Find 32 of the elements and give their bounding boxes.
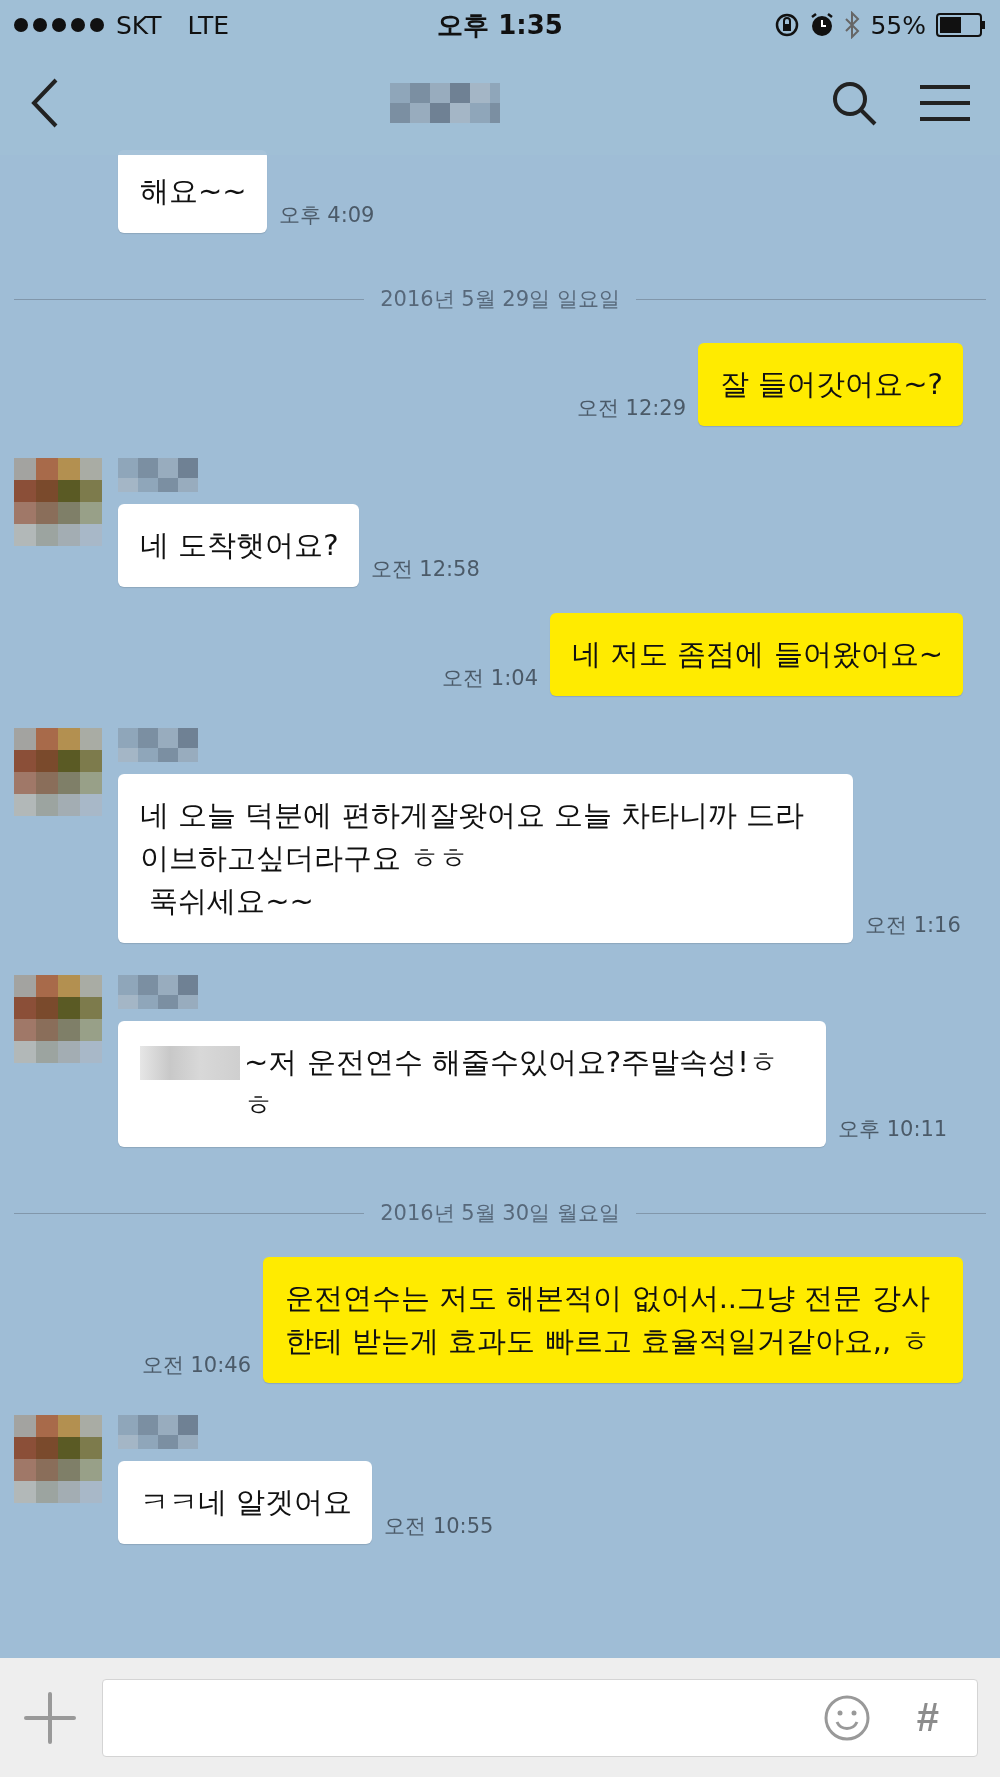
battery-percent: 55% [870, 10, 926, 40]
menu-button[interactable] [920, 83, 970, 122]
bluetooth-icon [844, 11, 861, 39]
emoji-button[interactable] [822, 1693, 871, 1742]
message-text: ㅋㅋ네 알겟어요 [140, 1484, 353, 1521]
hashtag-button[interactable]: # [916, 1695, 939, 1740]
message-input-field[interactable]: # [102, 1678, 978, 1757]
message-text: 네 오늘 덕분에 편하게잘왓어요 오늘 차타니까 드라이브하고싶더라구요 ㅎㅎ 푹쉬세요~~ [140, 797, 806, 920]
message-time: 오전 1:16 [865, 912, 961, 939]
message-text: 해요~~ [140, 173, 247, 210]
status-time: 오후 1:35 [437, 8, 563, 42]
carrier-name: SKT [116, 10, 162, 40]
alarm-icon [810, 12, 835, 38]
date-divider-text: 2016년 5월 29일 일요일 [380, 286, 620, 313]
network-type: LTE [187, 10, 230, 40]
message-text: ~저 운전연수 해줄수있어요?주말속성!ㅎㅎ [244, 1044, 779, 1124]
message-bubble: 잘 들어갓어요~? [698, 343, 963, 426]
message-bubble: 운전연수는 저도 해본적이 없어서..그냥 전문 강사한테 받는게 효과도 빠르고 효율적일거같아요,, ㅎ [263, 1257, 963, 1383]
message-time: 오전 1:04 [442, 665, 539, 692]
message-time: 오후 4:09 [278, 202, 375, 229]
message-time: 오전 10:55 [384, 1513, 494, 1540]
message-time: 오후 10:11 [838, 1116, 948, 1143]
message-time: 오전 12:58 [370, 556, 480, 583]
back-button[interactable] [30, 76, 60, 129]
message-time: 오전 12:29 [576, 395, 687, 422]
battery-icon [936, 13, 986, 37]
message-text: 네 도착햇어요? [140, 527, 339, 564]
rotation-lock-icon [774, 12, 801, 38]
date-divider-text: 2016년 5월 30일 월요일 [380, 1200, 620, 1227]
message-bubble: 네 저도 좀점에 들어왔어요~ [550, 613, 963, 696]
signal-icon [14, 18, 106, 32]
message-time: 오전 10:46 [141, 1352, 251, 1379]
